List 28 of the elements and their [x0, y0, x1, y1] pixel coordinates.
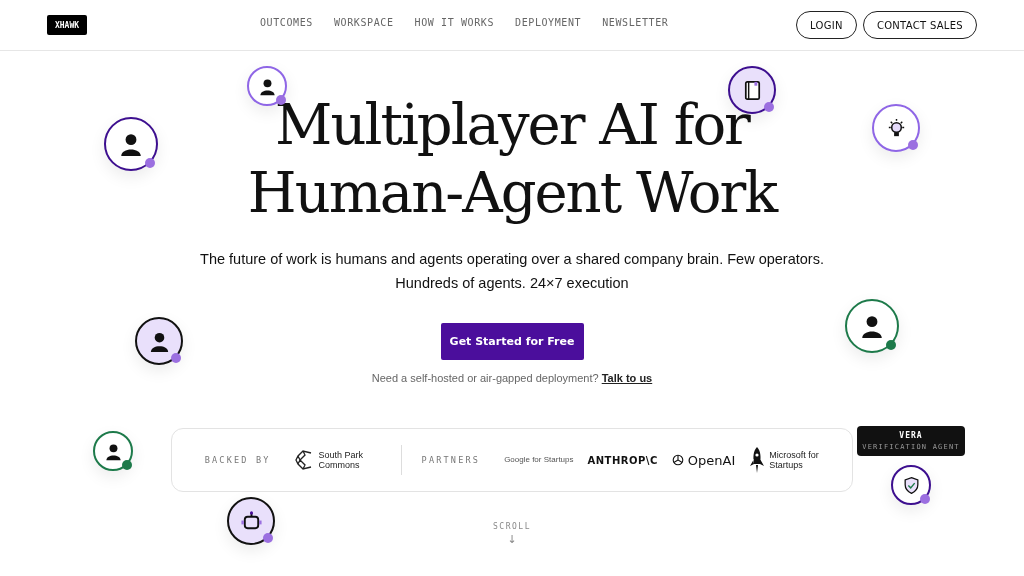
nav-link[interactable]: DEPLOYMENT [515, 17, 582, 28]
partner-logo: ANTHROP\C [587, 454, 658, 466]
person-icon [118, 131, 144, 157]
agent-name: VERA [899, 431, 923, 440]
nav-link[interactable]: NEWSLETTER [602, 17, 669, 28]
deployment-note: Need a self-hosted or air-gapped deployment? [371, 372, 600, 384]
nav-link[interactable]: WORKSPACE [333, 17, 394, 28]
partner-logo: OpenAI [687, 452, 736, 468]
contact-sales-button[interactable]: CONTACT SALES [862, 11, 977, 39]
talk-to-us-link[interactable]: Talk to us [601, 372, 653, 384]
partner-logo: Google for Startups [504, 455, 574, 465]
person-icon [859, 313, 885, 339]
nav-link[interactable]: HOW IT WORKS [414, 17, 494, 28]
logo[interactable]: XHAWK [47, 15, 87, 35]
nav-link[interactable]: OUTCOMES [260, 17, 313, 28]
subtitle: Hundreds of agents. 24×7 execution [395, 275, 629, 291]
partner-logo: South Park Commons [318, 450, 365, 470]
headline: Human-Agent Work [247, 160, 777, 225]
headline: Multiplayer AI for [275, 92, 749, 157]
subtitle: The future of work is humans and agents operating over a shared company brain. Few operators. [200, 251, 824, 267]
partner-logo: Microsoft for Startups [769, 450, 820, 470]
login-button[interactable]: LOGIN [796, 11, 857, 39]
get-started-button[interactable]: Get Started for Free [440, 323, 584, 360]
partners-label: PARTNERS [421, 455, 481, 465]
scroll-label: SCROLL [493, 522, 531, 531]
openai-logo-icon [671, 454, 684, 466]
backed-by-label: BACKED BY [204, 455, 271, 465]
scroll-arrow[interactable]: ↓ [507, 533, 517, 546]
